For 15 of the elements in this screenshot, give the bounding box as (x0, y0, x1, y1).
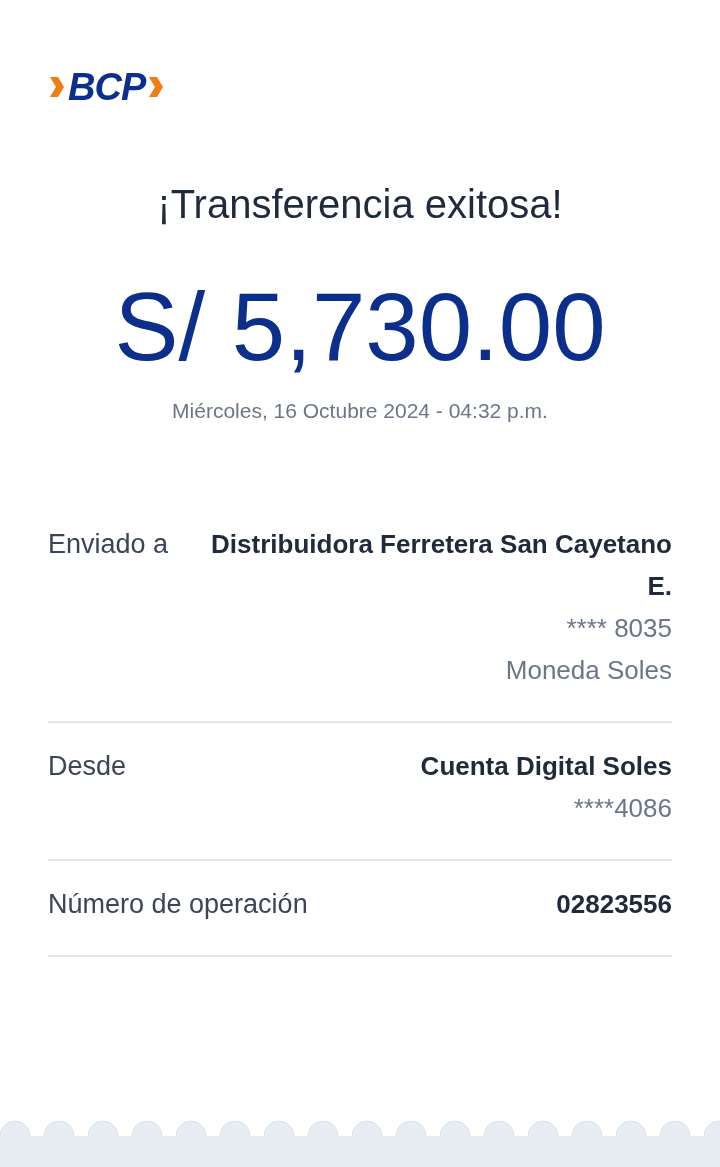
detail-value: **** 8035 (566, 612, 672, 645)
success-title: ¡Transferencia exitosa! (156, 182, 564, 227)
detail-value: Cuenta Digital Soles (420, 750, 672, 783)
amount: S/ 5,730.00 (113, 277, 607, 377)
chevron-icon (48, 75, 66, 99)
detail-label: Enviado a (48, 528, 169, 561)
detail-value: 02823556 (556, 888, 672, 921)
detail-value: ****4086 (573, 792, 672, 825)
detail-label: Número de operación (48, 888, 308, 921)
chevron-icon (147, 75, 166, 99)
detail-value: Moneda Soles (505, 654, 672, 687)
date-time: Miércoles, 16 Octubre 2024 - 04:32 p.m. (171, 399, 549, 423)
brand-logo: BCP (68, 68, 146, 106)
detail-value: Distribuidora Ferretera San Cayetano E. (210, 528, 672, 603)
detail-label: Desde (48, 750, 127, 783)
